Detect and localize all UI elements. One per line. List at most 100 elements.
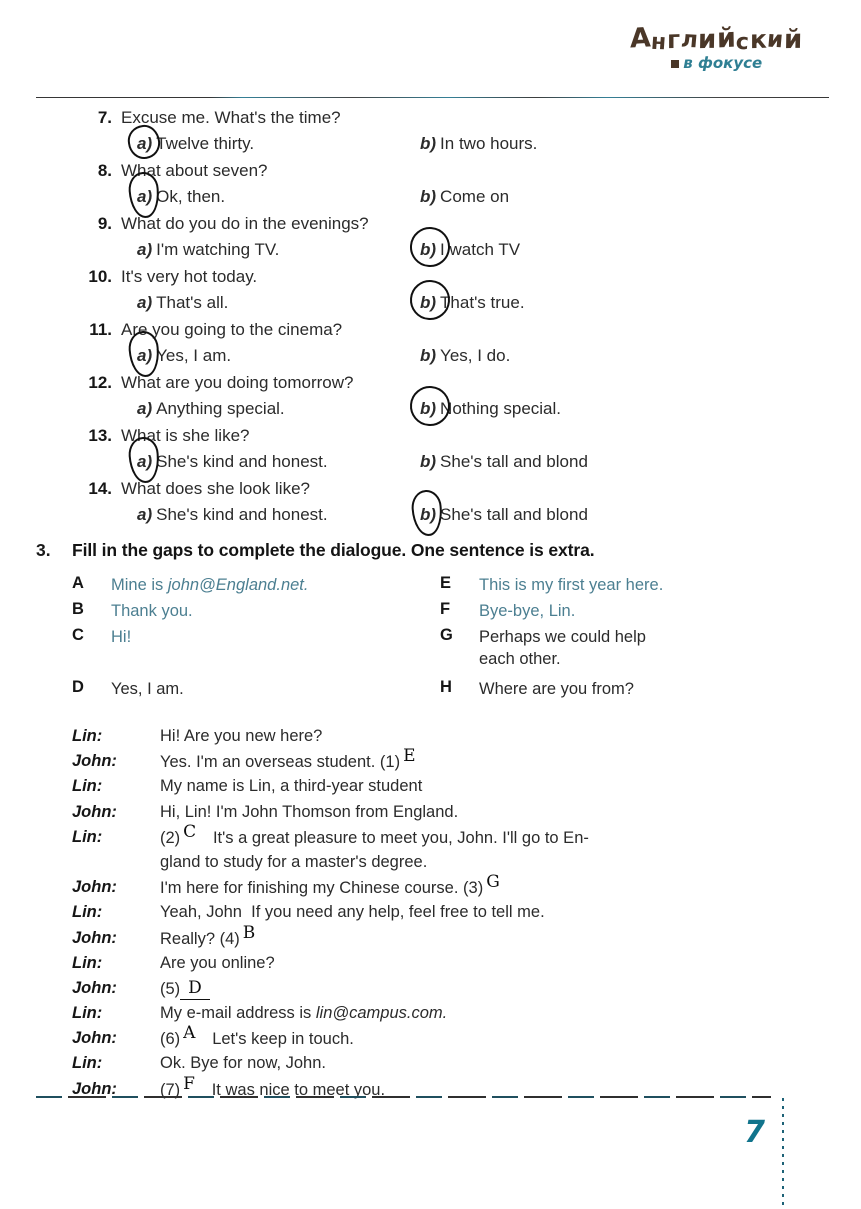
dialogue-speaker: John: — [72, 978, 117, 997]
handwritten-answer[interactable]: B — [240, 923, 259, 943]
answer-bank-letter: D — [72, 678, 84, 696]
answer-bank-item-a[interactable]: A Mine is john@England.net. — [72, 574, 308, 596]
dialogue-text: Really? (4) B — [160, 923, 258, 949]
mc-option-a[interactable]: a) Twelve thirty. — [137, 134, 254, 154]
dialogue-row: John: Hi, Lin! I'm John Thomson from Engl… — [0, 803, 861, 828]
dialogue-speaker: Lin: — [72, 827, 103, 846]
mc-option-a[interactable]: a) Yes, I am. — [137, 346, 231, 366]
mc-item: 13. What is she like? a) She's kind and hon… — [0, 426, 861, 479]
mc-option-letter: b) — [420, 240, 437, 259]
mc-option-letter: a) — [137, 346, 153, 365]
answer-bank-item-b[interactable]: B Thank you. — [72, 600, 193, 622]
mc-option-b[interactable]: b) Yes, I do. — [420, 346, 510, 366]
answer-bank-text: Yes, I am. — [111, 680, 184, 698]
dialogue-text: Are you online? — [160, 953, 275, 972]
answer-bank-letter: H — [440, 678, 452, 696]
mc-option-b[interactable]: b) Nothing special. — [420, 399, 561, 419]
answer-bank-item-g[interactable]: G Perhaps we could help each other. — [440, 626, 646, 670]
mc-option-a[interactable]: a) Anything special. — [137, 399, 285, 419]
answer-bank-item-h[interactable]: H Where are you from? — [440, 678, 634, 700]
mc-item-number: 11. — [89, 320, 112, 339]
mc-option-text: I watch TV — [440, 240, 521, 259]
answer-bank-letter: C — [72, 626, 84, 644]
handwritten-answer[interactable]: F — [180, 1074, 198, 1094]
mc-option-text: I'm watching TV. — [156, 240, 280, 259]
logo-title: Английский — [630, 22, 804, 56]
answer-bank-text: This is my first year here. — [479, 576, 664, 594]
handwritten-answer[interactable]: A — [180, 1023, 198, 1043]
mc-item: 12. What are you doing tomorrow? a) Anythin… — [0, 373, 861, 426]
mc-option-b[interactable]: b) She's tall and blond — [420, 505, 588, 525]
dialogue-text: Ok. Bye for now, John. — [160, 1054, 326, 1073]
exercise-3-header: 3. Fill in the gaps to complete the dial… — [0, 540, 861, 574]
mc-option-b[interactable]: b) In two hours. — [420, 134, 537, 154]
mc-option-a[interactable]: a) I'm watching TV. — [137, 240, 279, 260]
handwritten-answer[interactable]: G — [483, 872, 503, 892]
mc-option-letter: a) — [137, 452, 153, 471]
mc-item: 8. What about seven? a) Ok, then. b) Come on — [0, 161, 861, 214]
handwritten-answer[interactable]: C — [180, 822, 199, 842]
answer-bank-text: Bye-bye, Lin. — [479, 602, 576, 620]
dialogue-text: Yes. I'm an overseas student. (1) E — [160, 746, 419, 772]
mc-option-text: Anything special. — [156, 399, 285, 418]
mc-question: What does she look like? — [121, 479, 310, 498]
brand-logo: Английский в фокусе — [630, 22, 804, 71]
dialogue-text: gland to study for a master's degree. — [160, 852, 428, 871]
mc-option-letter: a) — [137, 505, 153, 524]
handwritten-answer[interactable]: D — [180, 977, 210, 1000]
dialogue-text: Hi, Lin! I'm John Thomson from England. — [160, 802, 459, 821]
mc-option-text: Twelve thirty. — [156, 134, 255, 153]
dialogue-text: I'm here for finishing my Chinese course… — [160, 872, 503, 898]
dialogue-row: Lin: Ok. Bye for now, John. — [0, 1054, 861, 1079]
mc-option-b[interactable]: b) Come on — [420, 187, 509, 207]
answer-bank-item-f[interactable]: F Bye-bye, Lin. — [440, 600, 575, 622]
dialogue-row: Lin: My e-mail address is lin@campus.com. — [0, 1004, 861, 1029]
dialogue-row: Lin: Yeah, John If you need any help, fee… — [0, 903, 861, 928]
logo-subtitle: в фокусе — [630, 56, 803, 71]
dialogue-text: Yeah, John If you need any help, feel fr… — [160, 903, 545, 922]
mc-option-text: In two hours. — [440, 134, 538, 153]
dialogue-speaker: Lin: — [72, 903, 103, 922]
dialogue-row: John: (6) A Let's keep in touch. — [0, 1023, 861, 1054]
answer-bank-text: Where are you from? — [479, 680, 634, 698]
answer-bank-letter: B — [72, 600, 84, 618]
mc-option-b[interactable]: b) That's true. — [420, 293, 525, 313]
mc-question: What do you do in the evenings? — [121, 214, 369, 233]
dialogue-speaker: Lin: — [72, 727, 103, 745]
mc-question: What are you doing tomorrow? — [121, 373, 354, 392]
footer-dotted-line — [782, 1098, 784, 1206]
dialogue-text-continued: Let's keep in touch. — [198, 1030, 354, 1049]
dialogue-row: Lin: (2) C It's a great pleasure to meet y… — [0, 821, 861, 853]
mc-option-a[interactable]: a) Ok, then. — [137, 187, 225, 207]
answer-bank-item-d[interactable]: D Yes, I am. — [72, 678, 184, 700]
answer-bank: A Mine is john@England.net. B Thank you. C Hi… — [0, 574, 861, 698]
exercise-3-title: Fill in the gaps to complete the dialogu… — [72, 540, 595, 560]
logo-subtitle-text: в фокусе — [683, 54, 763, 72]
mc-option-a[interactable]: a) That's all. — [137, 293, 228, 313]
mc-option-a[interactable]: a) She's kind and honest. — [137, 505, 328, 525]
mc-item: 7. Excuse me. What's the time? a) Twelve th… — [0, 108, 861, 161]
mc-option-b[interactable]: b) I watch TV — [420, 240, 520, 260]
mc-option-letter: b) — [420, 505, 437, 524]
mc-item-number: 10. — [88, 267, 112, 286]
mc-option-letter: a) — [137, 240, 153, 259]
dialogue-text: (2) C It's a great pleasure to meet you, … — [160, 821, 589, 847]
dialogue-row: John: Yes. I'm an overseas student. (1) E — [0, 746, 861, 777]
mc-option-text: That's all. — [156, 293, 229, 312]
mc-item-number: 7. — [97, 108, 112, 127]
answer-bank-text: Perhaps we could help each other. — [479, 628, 646, 668]
answer-bank-letter: E — [440, 574, 452, 592]
mc-item-number: 13. — [88, 426, 112, 445]
mc-option-b[interactable]: b) She's tall and blond — [420, 452, 588, 472]
handwritten-answer[interactable]: E — [400, 746, 418, 766]
mc-option-letter: b) — [420, 293, 437, 312]
mc-question: It's very hot today. — [121, 267, 258, 286]
mc-question: What about seven? — [121, 161, 268, 180]
dialogue-text: (5) D — [160, 977, 210, 1000]
mc-option-text: Ok, then. — [156, 187, 226, 206]
mc-option-a[interactable]: a) She's kind and honest. — [137, 452, 328, 472]
page-number: 7 — [744, 1115, 765, 1150]
mc-option-text: Yes, I am. — [156, 346, 232, 365]
answer-bank-item-c[interactable]: C Hi! — [72, 626, 131, 648]
answer-bank-item-e[interactable]: E This is my first year here. — [440, 574, 663, 596]
